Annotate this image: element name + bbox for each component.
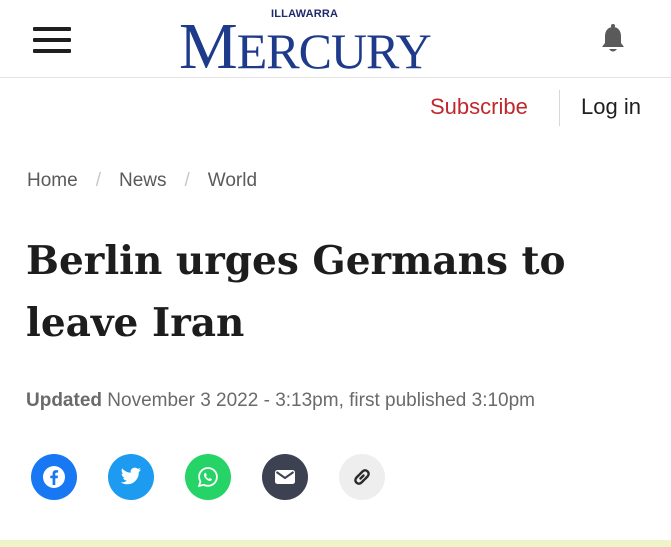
article-title: Berlin urges Germans to leave Iran [26, 230, 646, 354]
page: ILLAWARRA MERCURY Subscribe Log in Home /… [0, 0, 671, 547]
login-link[interactable]: Log in [581, 94, 641, 120]
menu-line [33, 27, 71, 31]
logo-title-rest: ERCURY [236, 23, 432, 79]
top-header: ILLAWARRA MERCURY [0, 0, 671, 80]
whatsapp-share-button[interactable] [185, 454, 231, 500]
email-share-button[interactable] [262, 454, 308, 500]
bell-icon-graphic [602, 24, 624, 52]
twitter-icon [120, 467, 141, 485]
article-meta: Updated November 3 2022 - 3:13pm, first … [26, 390, 535, 412]
account-divider [559, 90, 560, 126]
breadcrumb-world[interactable]: World [208, 170, 257, 191]
breadcrumb-separator: / [184, 170, 190, 191]
twitter-share-button[interactable] [108, 454, 154, 500]
breadcrumb-news[interactable]: News [119, 170, 167, 191]
hamburger-menu-icon[interactable] [33, 27, 71, 53]
breadcrumb-home[interactable]: Home [27, 170, 78, 191]
copy-link-button[interactable] [339, 454, 385, 500]
facebook-share-button[interactable] [31, 454, 77, 500]
facebook-icon [43, 466, 65, 488]
link-icon [354, 469, 370, 485]
updated-label: Updated [26, 390, 102, 411]
bell-icon[interactable] [599, 24, 627, 54]
site-logo[interactable]: ILLAWARRA MERCURY [175, 4, 495, 80]
whatsapp-icon [197, 467, 218, 488]
logo-title: MERCURY [179, 14, 432, 84]
email-icon [275, 470, 295, 484]
bottom-banner-strip [0, 540, 671, 547]
article-title-line-1: Berlin urges Germans to [26, 238, 566, 284]
menu-line [33, 49, 71, 53]
menu-line [33, 38, 71, 42]
article-title-line-2: leave Iran [26, 300, 245, 346]
breadcrumb-separator: / [95, 170, 101, 191]
publish-timestamp: November 3 2022 - 3:13pm, first publishe… [107, 390, 536, 411]
breadcrumb: Home / News / World [27, 170, 257, 192]
logo-title-initial: M [179, 10, 238, 83]
subscribe-link[interactable]: Subscribe [430, 94, 528, 120]
